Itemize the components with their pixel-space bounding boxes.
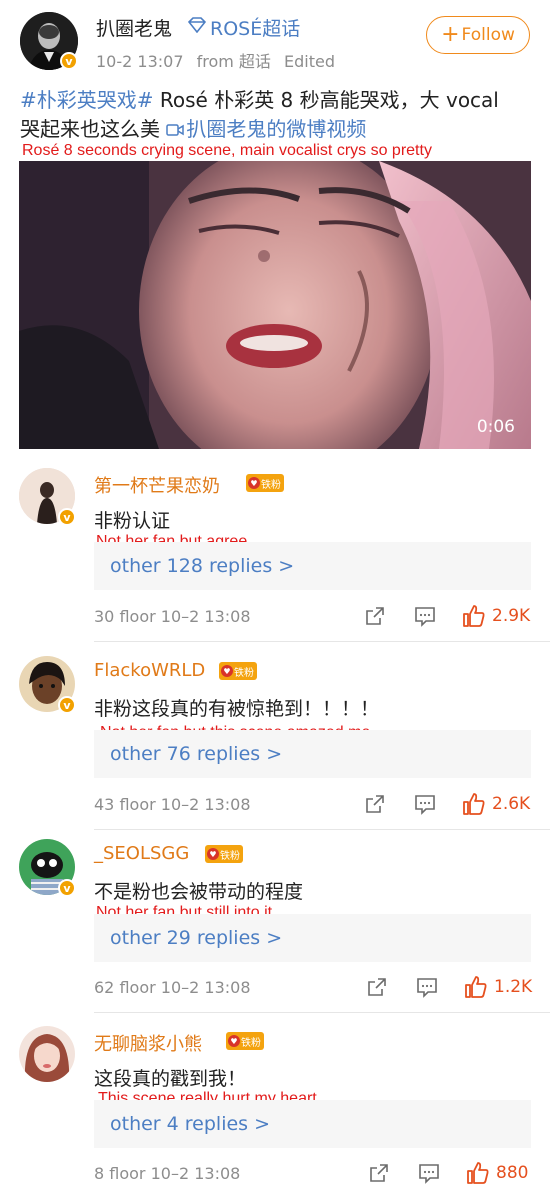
- replies-link[interactable]: other 128 replies >: [94, 542, 531, 590]
- video-thumbnail: [19, 161, 531, 449]
- replies-label: other 76 replies >: [110, 743, 283, 765]
- verified-badge-icon: v: [58, 879, 76, 897]
- verified-badge-icon: v: [60, 52, 78, 70]
- replies-label: other 128 replies >: [110, 555, 295, 577]
- comment-text: 不是粉也会被带动的程度: [94, 881, 304, 903]
- like-button[interactable]: 2.6K: [462, 792, 530, 816]
- thumbs-up-icon: [463, 793, 485, 815]
- post-meta: 10-2 13:07 from 超话 Edited: [96, 48, 335, 72]
- comment-floor: 8 floor 10–2 13:08: [94, 1164, 241, 1183]
- fan-badge: ♥ 铁粉: [226, 1032, 264, 1050]
- fan-badge-label: 铁粉: [220, 850, 240, 862]
- comment-text: 非粉这段真的有被惊艳到！！！！: [94, 698, 380, 720]
- verified-badge-icon: v: [58, 508, 76, 526]
- replies-link[interactable]: other 29 replies >: [94, 914, 531, 962]
- divider: [94, 829, 550, 830]
- video-duration: 0:06: [476, 417, 515, 437]
- fan-badge-label: 铁粉: [241, 1037, 261, 1049]
- comment-text: 非粉认证: [94, 510, 171, 532]
- share-icon[interactable]: [366, 976, 390, 1000]
- fan-badge: ♥ 铁粉: [246, 474, 284, 492]
- like-count: 880: [496, 1163, 529, 1183]
- comment-icon[interactable]: [414, 605, 438, 629]
- heart-icon: ♥: [207, 848, 219, 860]
- plus-icon: +: [441, 22, 460, 47]
- comment-text: 这段真的戳到我！: [94, 1068, 247, 1090]
- video-link[interactable]: 扒圈老鬼的微博视频: [166, 117, 366, 141]
- comment-floor: 62 floor 10–2 13:08: [94, 978, 251, 997]
- comment-floor: 43 floor 10–2 13:08: [94, 795, 251, 814]
- poster-username[interactable]: 扒圈老鬼: [96, 14, 172, 41]
- like-count: 2.6K: [492, 794, 531, 814]
- commenter-name[interactable]: 无聊脑浆小熊: [94, 1030, 202, 1056]
- post-source: from 超话: [196, 52, 271, 71]
- hashtag-link[interactable]: #朴彩英哭戏#: [20, 88, 154, 112]
- comment-floor: 30 floor 10–2 13:08: [94, 607, 251, 626]
- comment-icon[interactable]: [416, 976, 440, 1000]
- thumbs-up-icon: [467, 1162, 489, 1184]
- replies-label: other 29 replies >: [110, 927, 283, 949]
- video-camera-icon: [166, 124, 185, 136]
- commenter-name[interactable]: 第一杯芒果恋奶: [94, 472, 220, 498]
- post-text: #朴彩英哭戏# Rosé 朴彩英 8 秒高能哭戏，大 vocal 哭起来也这么美…: [20, 86, 535, 144]
- like-button[interactable]: 880: [466, 1161, 528, 1185]
- heart-icon: ♥: [248, 477, 260, 489]
- follow-label: Follow: [461, 25, 515, 45]
- thumbs-up-icon: [463, 605, 485, 627]
- thumbs-up-icon: [465, 976, 487, 998]
- post-translation: Rosé 8 seconds crying scene, main vocali…: [22, 142, 432, 159]
- verified-badge-icon: v: [58, 696, 76, 714]
- replies-link[interactable]: other 4 replies >: [94, 1100, 531, 1148]
- like-button[interactable]: 1.2K: [464, 975, 532, 999]
- like-count: 2.9K: [492, 606, 531, 626]
- video-link-label: 扒圈老鬼的微博视频: [186, 117, 367, 141]
- post-date: 10-2 13:07: [96, 52, 184, 71]
- replies-link[interactable]: other 76 replies >: [94, 730, 531, 778]
- share-icon[interactable]: [364, 793, 388, 817]
- divider: [94, 1012, 550, 1013]
- supertopic-link[interactable]: ROSÉ超话: [210, 14, 300, 41]
- commenter-name[interactable]: _SEOLSGG: [94, 843, 189, 864]
- replies-label: other 4 replies >: [110, 1113, 271, 1135]
- follow-button[interactable]: + Follow: [426, 16, 530, 54]
- heart-icon: ♥: [221, 665, 233, 677]
- fan-badge-label: 铁粉: [234, 667, 254, 679]
- share-icon[interactable]: [364, 605, 388, 629]
- post-text-line1: Rosé 朴彩英 8 秒高能哭戏，大 vocal: [153, 88, 499, 112]
- commenter-name[interactable]: FlackoWRLD: [94, 660, 205, 681]
- edited-label: Edited: [284, 52, 336, 71]
- comment-icon[interactable]: [414, 793, 438, 817]
- fan-badge-label: 铁粉: [261, 479, 281, 491]
- post-text-line2: 哭起来也这么美: [20, 117, 167, 141]
- share-icon[interactable]: [368, 1162, 392, 1186]
- comment-avatar[interactable]: [19, 1026, 75, 1082]
- heart-icon: ♥: [228, 1035, 240, 1047]
- divider: [94, 641, 550, 642]
- fan-badge: ♥ 铁粉: [219, 662, 257, 680]
- like-count: 1.2K: [494, 977, 533, 997]
- fan-badge: ♥ 铁粉: [205, 845, 243, 863]
- comment-icon[interactable]: [418, 1162, 442, 1186]
- diamond-icon: [187, 17, 207, 37]
- like-button[interactable]: 2.9K: [462, 604, 530, 628]
- video-player[interactable]: 0:06: [19, 161, 531, 449]
